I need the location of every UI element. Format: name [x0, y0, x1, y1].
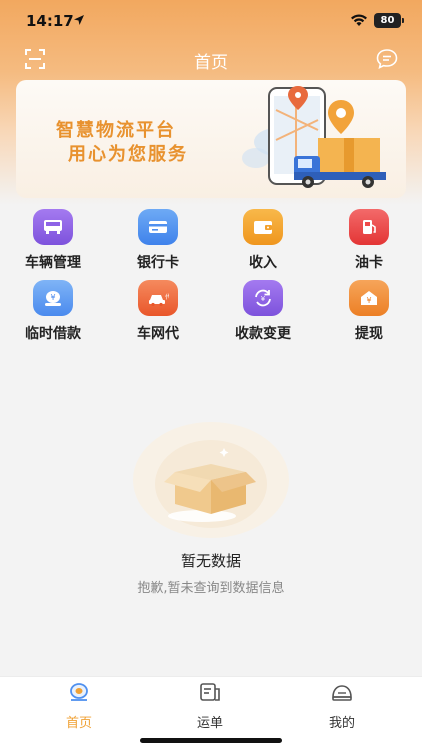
- loan-icon: ¥: [33, 280, 73, 316]
- tab-profile[interactable]: 我的: [302, 681, 382, 731]
- feature-fuel-card[interactable]: 油卡: [324, 209, 414, 272]
- battery-indicator: 80: [374, 13, 401, 28]
- wifi-icon: [351, 14, 367, 26]
- feature-label: 油卡: [355, 255, 383, 271]
- feature-label: 银行卡: [137, 255, 179, 271]
- feature-label: 临时借款: [25, 326, 81, 342]
- profile-icon: [332, 685, 352, 701]
- tab-label: 运单: [196, 716, 223, 731]
- banner-tagline: 用心为您服务: [68, 144, 188, 165]
- bank-card-icon: [138, 209, 178, 245]
- home-icon: [70, 683, 88, 701]
- tab-label: 首页: [65, 716, 92, 731]
- feature-withdraw[interactable]: ¥ 提现: [324, 280, 414, 343]
- feature-car-network-agent[interactable]: 代 车网代: [113, 280, 203, 343]
- empty-box-illustration: [133, 422, 289, 538]
- message-icon[interactable]: [376, 48, 398, 70]
- feature-temporary-loan[interactable]: ¥ 临时借款: [8, 280, 98, 343]
- battery-tip: [402, 18, 404, 23]
- waybill-icon: [200, 683, 220, 701]
- svg-text:¥: ¥: [366, 296, 371, 305]
- payee-change-icon: ¥: [243, 280, 283, 316]
- feature-label: 收入: [249, 255, 277, 271]
- svg-text:代: 代: [165, 293, 169, 301]
- feature-label: 车辆管理: [25, 255, 81, 271]
- promo-banner[interactable]: 智慧物流平台 用心为您服务: [16, 80, 406, 198]
- banner-headline: 智慧物流平台: [56, 120, 176, 141]
- withdraw-icon: ¥: [349, 280, 389, 316]
- svg-text:¥: ¥: [261, 295, 266, 303]
- feature-bank-card[interactable]: 银行卡: [113, 209, 203, 272]
- delivery-truck-illustration: [242, 86, 386, 188]
- tab-label: 我的: [328, 716, 355, 731]
- tab-home[interactable]: 首页: [39, 681, 119, 731]
- feature-payee-change[interactable]: ¥ 收款变更: [218, 280, 308, 343]
- car-agent-icon: 代: [138, 280, 178, 316]
- feature-label: 车网代: [137, 326, 179, 342]
- status-time: 14:17: [26, 12, 74, 30]
- feature-vehicle-management[interactable]: 车辆管理: [8, 209, 98, 272]
- svg-text:¥: ¥: [50, 293, 55, 302]
- empty-subtitle: 抱歉,暂未查询到数据信息: [137, 581, 285, 596]
- feature-income[interactable]: 收入: [218, 209, 308, 272]
- location-arrow-icon: [74, 15, 84, 25]
- wallet-icon: [243, 209, 283, 245]
- tab-waybill[interactable]: 运单: [170, 681, 250, 731]
- fuel-icon: [349, 209, 389, 245]
- status-bar: 14:17 80: [0, 0, 422, 44]
- home-indicator: [140, 738, 282, 743]
- empty-title: 暂无数据: [180, 552, 241, 570]
- feature-label: 收款变更: [235, 326, 291, 342]
- feature-label: 提现: [355, 326, 383, 342]
- truck-icon: [33, 209, 73, 245]
- page-title: 首页: [194, 53, 228, 73]
